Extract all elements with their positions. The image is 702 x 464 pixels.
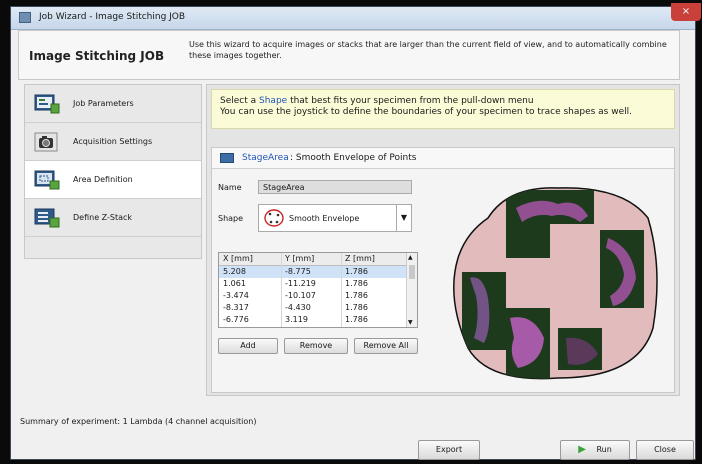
page-description: Use this wizard to acquire images or sta… xyxy=(189,40,667,60)
run-button[interactable]: ▶ Run xyxy=(560,440,630,460)
stage-area-link[interactable]: StageArea xyxy=(242,153,289,163)
column-header-z: Z [mm] xyxy=(345,254,375,263)
play-icon: ▶ xyxy=(578,444,586,455)
sidebar-item-label: Define Z-Stack xyxy=(73,213,133,222)
page-title: Image Stitching JOB xyxy=(29,49,165,63)
shape-label: Shape xyxy=(218,214,244,223)
instruction-banner: Select a Shape that best fits your speci… xyxy=(211,89,675,129)
instruction-text: Select a xyxy=(220,96,260,106)
cell-y: -11.219 xyxy=(285,279,316,288)
wizard-steps-sidebar: Job Parameters Acquisition Settings Area… xyxy=(24,84,202,259)
cell-y: -10.107 xyxy=(285,291,316,300)
instruction-line-2: You can use the joystick to define the b… xyxy=(220,107,632,117)
sidebar-item-label: Area Definition xyxy=(73,175,133,184)
app-icon xyxy=(19,12,31,23)
table-row[interactable]: -8.317 -4.430 1.786 xyxy=(219,302,407,314)
run-label: Run xyxy=(596,445,612,454)
shape-selected-value: Smooth Envelope xyxy=(289,214,360,223)
cell-z: 1.786 xyxy=(345,291,368,300)
column-divider xyxy=(341,253,342,327)
name-label: Name xyxy=(218,183,242,192)
wizard-header: Image Stitching JOB Use this wizard to a… xyxy=(18,30,680,80)
export-label: Export xyxy=(435,445,463,454)
export-button[interactable]: Export xyxy=(418,440,480,460)
area-panel-header: StageArea : Smooth Envelope of Points xyxy=(212,148,674,169)
sidebar-item-job-parameters[interactable]: Job Parameters xyxy=(25,85,201,123)
stage-area-panel: StageArea : Smooth Envelope of Points Na… xyxy=(211,147,675,393)
cell-x: 1.061 xyxy=(223,279,246,288)
table-row[interactable]: 1.061 -11.219 1.786 xyxy=(219,278,407,290)
title-bar: Job Wizard - Image Stitching JOB × xyxy=(11,3,701,30)
table-header: X [mm] Y [mm] Z [mm] xyxy=(219,253,407,266)
scroll-thumb[interactable] xyxy=(409,265,415,279)
scroll-up-icon[interactable]: ▲ xyxy=(408,254,413,261)
sidebar-item-label: Job Parameters xyxy=(73,99,134,108)
points-table: X [mm] Y [mm] Z [mm] 5.208 -8.775 1.786 … xyxy=(218,252,418,328)
cell-x: 5.208 xyxy=(223,267,246,276)
area-panel-title: : Smooth Envelope of Points xyxy=(290,153,417,163)
camera-icon xyxy=(34,132,58,152)
column-header-x: X [mm] xyxy=(223,254,253,263)
remove-point-button[interactable]: Remove xyxy=(284,338,348,354)
cell-z: 1.786 xyxy=(345,315,368,324)
chevron-down-icon[interactable]: ▼ xyxy=(396,205,411,231)
remove-all-button[interactable]: Remove All xyxy=(354,338,418,354)
sidebar-item-label: Acquisition Settings xyxy=(73,137,153,146)
sidebar-item-area-definition[interactable]: Area Definition xyxy=(25,161,201,199)
cell-x: -3.474 xyxy=(223,291,249,300)
instruction-text: that best fits your specimen from the pu… xyxy=(287,96,534,106)
cell-x: -8.317 xyxy=(223,303,249,312)
close-button[interactable]: Close xyxy=(636,440,694,460)
table-row[interactable]: -3.474 -10.107 1.786 xyxy=(219,290,407,302)
window-title: Job Wizard - Image Stitching JOB xyxy=(39,12,186,22)
table-row[interactable]: 5.208 -8.775 1.786 xyxy=(219,266,407,278)
stage-area-preview[interactable] xyxy=(448,178,660,384)
sidebar-item-acquisition-settings[interactable]: Acquisition Settings xyxy=(25,123,201,161)
cell-z: 1.786 xyxy=(345,267,368,276)
name-field[interactable]: StageArea xyxy=(258,180,412,194)
cell-z: 1.786 xyxy=(345,279,368,288)
add-point-button[interactable]: Add xyxy=(218,338,278,354)
shape-dropdown[interactable]: Smooth Envelope ▼ xyxy=(258,204,412,232)
cell-z: 1.786 xyxy=(345,303,368,312)
close-window-button[interactable]: × xyxy=(671,3,701,21)
column-header-y: Y [mm] xyxy=(285,254,315,263)
table-row[interactable]: -6.776 3.119 1.786 xyxy=(219,314,407,326)
stage-area-icon xyxy=(220,153,234,163)
sidebar-item-define-z-stack[interactable]: Define Z-Stack xyxy=(25,199,201,237)
scroll-down-icon[interactable]: ▼ xyxy=(408,319,413,326)
instruction-line-1: Select a Shape that best fits your speci… xyxy=(220,96,666,107)
area-definition-icon xyxy=(34,170,60,190)
experiment-summary: Summary of experiment: 1 Lambda (4 chann… xyxy=(20,417,257,426)
cell-x: -6.776 xyxy=(223,315,249,324)
column-divider xyxy=(281,253,282,327)
cell-y: 3.119 xyxy=(285,315,308,324)
z-stack-icon xyxy=(34,208,60,228)
area-definition-page: Select a Shape that best fits your speci… xyxy=(206,84,680,396)
table-scrollbar[interactable]: ▲ ▼ xyxy=(406,253,417,327)
cell-y: -8.775 xyxy=(285,267,311,276)
shape-link[interactable]: Shape xyxy=(259,96,287,106)
job-parameters-icon xyxy=(34,94,60,114)
cell-y: -4.430 xyxy=(285,303,311,312)
smooth-envelope-icon xyxy=(264,209,284,227)
